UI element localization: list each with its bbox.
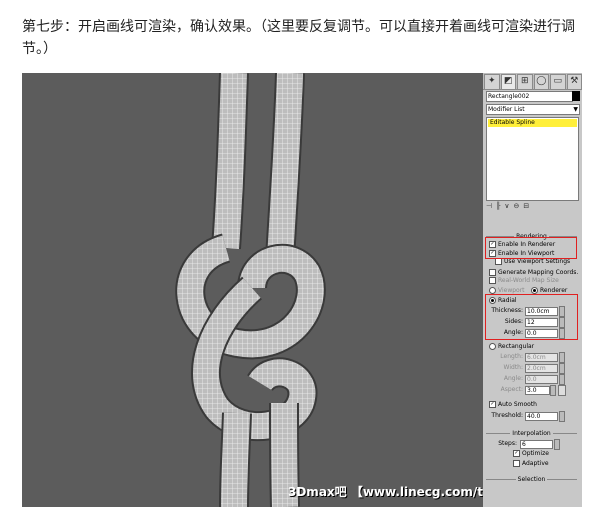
- width-spinner[interactable]: [559, 363, 565, 374]
- adaptive-label: Adaptive: [522, 460, 549, 467]
- command-panel: ✦ ◩ ⊞ ◯ ▭ ⚒ Rectangle002 Modifier List ▼…: [483, 73, 582, 507]
- auto-smooth-label: Auto Smooth: [498, 401, 537, 408]
- highlight-box-radial: [485, 294, 578, 340]
- checkbox-checked: ✓: [513, 450, 520, 457]
- checkbox-unchecked: [513, 460, 520, 467]
- modifier-stack[interactable]: Editable Spline: [486, 117, 579, 201]
- real-world-map-label: Real-World Map Size: [498, 277, 559, 284]
- intro-text: 第七步：开启画线可渲染，确认效果。（这里要反复调节。可以直接开着画线可渲染进行调…: [22, 19, 575, 57]
- modifier-list-label: Modifier List: [488, 106, 525, 113]
- modifier-list-dropdown[interactable]: Modifier List ▼: [486, 104, 580, 115]
- panel-tabs: ✦ ◩ ⊞ ◯ ▭ ⚒: [483, 73, 582, 90]
- object-color-swatch[interactable]: [572, 91, 580, 101]
- adaptive-checkbox[interactable]: Adaptive: [513, 460, 549, 468]
- steps-spinner[interactable]: [554, 439, 560, 450]
- optimize-checkbox[interactable]: ✓ Optimize: [513, 450, 549, 458]
- rectangular-radio[interactable]: Rectangular: [489, 343, 534, 351]
- stack-item-label: Editable Spline: [490, 119, 535, 126]
- radio-off: [489, 287, 496, 294]
- pin-stack-icon[interactable]: ⊣: [486, 202, 492, 212]
- angle2-label: Angle:: [503, 375, 523, 382]
- checkbox-unchecked: [489, 269, 496, 276]
- make-unique-icon[interactable]: ∨: [504, 202, 509, 212]
- viewport[interactable]: 3Dmax吧 【www.linecg.com/tieba/1771】: [22, 73, 562, 507]
- aspect-field[interactable]: 3.0: [525, 386, 550, 395]
- aspect-label: Aspect:: [500, 386, 523, 393]
- stack-toolbar: ⊣ ╟ ∨ ⊖ ⊟: [486, 202, 578, 212]
- angle2-spinner[interactable]: [559, 374, 565, 385]
- threshold-field[interactable]: 40.0: [525, 412, 558, 421]
- steps-field[interactable]: 6: [520, 440, 553, 449]
- angle2-field[interactable]: 0.0: [525, 375, 558, 384]
- checkbox-checked: ✓: [489, 401, 496, 408]
- generate-mapping-label: Generate Mapping Coords.: [498, 269, 579, 276]
- threshold-spinner[interactable]: [559, 411, 565, 422]
- steps-label: Steps:: [498, 440, 517, 447]
- motion-icon[interactable]: ◯: [533, 74, 549, 90]
- real-world-map-checkbox[interactable]: Real-World Map Size: [489, 277, 559, 285]
- auto-smooth-checkbox[interactable]: ✓ Auto Smooth: [489, 401, 537, 409]
- length-field[interactable]: 6.0cm: [525, 353, 558, 362]
- chevron-down-icon: ▼: [573, 106, 578, 113]
- threshold-label: Threshold:: [491, 412, 523, 419]
- optimize-label: Optimize: [522, 450, 549, 457]
- selection-rollout[interactable]: Selection: [486, 476, 577, 487]
- length-spinner[interactable]: [559, 352, 565, 363]
- object-name-field[interactable]: Rectangle002: [486, 91, 573, 102]
- highlight-box-enable: [485, 237, 577, 259]
- length-label: Length:: [500, 353, 523, 360]
- rope-knot-render: [175, 73, 326, 507]
- hierarchy-icon[interactable]: ⊞: [517, 74, 533, 90]
- utilities-icon[interactable]: ⚒: [566, 74, 582, 90]
- checkbox-unchecked: [495, 258, 502, 265]
- width-label: Width:: [503, 364, 523, 371]
- 3dsmax-screenshot: 3Dmax吧 【www.linecg.com/tieba/1771】 ✦ ◩ ⊞…: [22, 73, 582, 507]
- radio-on: [531, 287, 538, 294]
- aspect-spinner[interactable]: [550, 385, 556, 396]
- modify-icon[interactable]: ◩: [500, 74, 516, 90]
- configure-modifier-sets-icon[interactable]: ⊟: [523, 202, 529, 212]
- interpolation-title: Interpolation: [510, 430, 553, 437]
- lock-aspect-icon[interactable]: [558, 385, 566, 396]
- generate-mapping-checkbox[interactable]: Generate Mapping Coords.: [489, 269, 578, 277]
- use-viewport-settings-label: Use Viewport Settings: [504, 258, 571, 265]
- viewport-option-label: Viewport: [498, 287, 525, 294]
- create-icon[interactable]: ✦: [484, 74, 500, 90]
- selection-title: Selection: [515, 476, 548, 483]
- remove-modifier-icon[interactable]: ⊖: [513, 202, 519, 212]
- stack-item-editable-spline[interactable]: Editable Spline: [488, 119, 577, 127]
- renderer-option-label: Renderer: [540, 287, 568, 294]
- checkbox-unchecked: [489, 277, 496, 284]
- width-field[interactable]: 2.0cm: [525, 364, 558, 373]
- rectangular-label: Rectangular: [498, 343, 535, 350]
- use-viewport-settings-checkbox[interactable]: Use Viewport Settings: [495, 258, 570, 266]
- display-icon[interactable]: ▭: [550, 74, 566, 90]
- radio-off: [489, 343, 496, 350]
- show-end-result-icon[interactable]: ╟: [496, 202, 500, 212]
